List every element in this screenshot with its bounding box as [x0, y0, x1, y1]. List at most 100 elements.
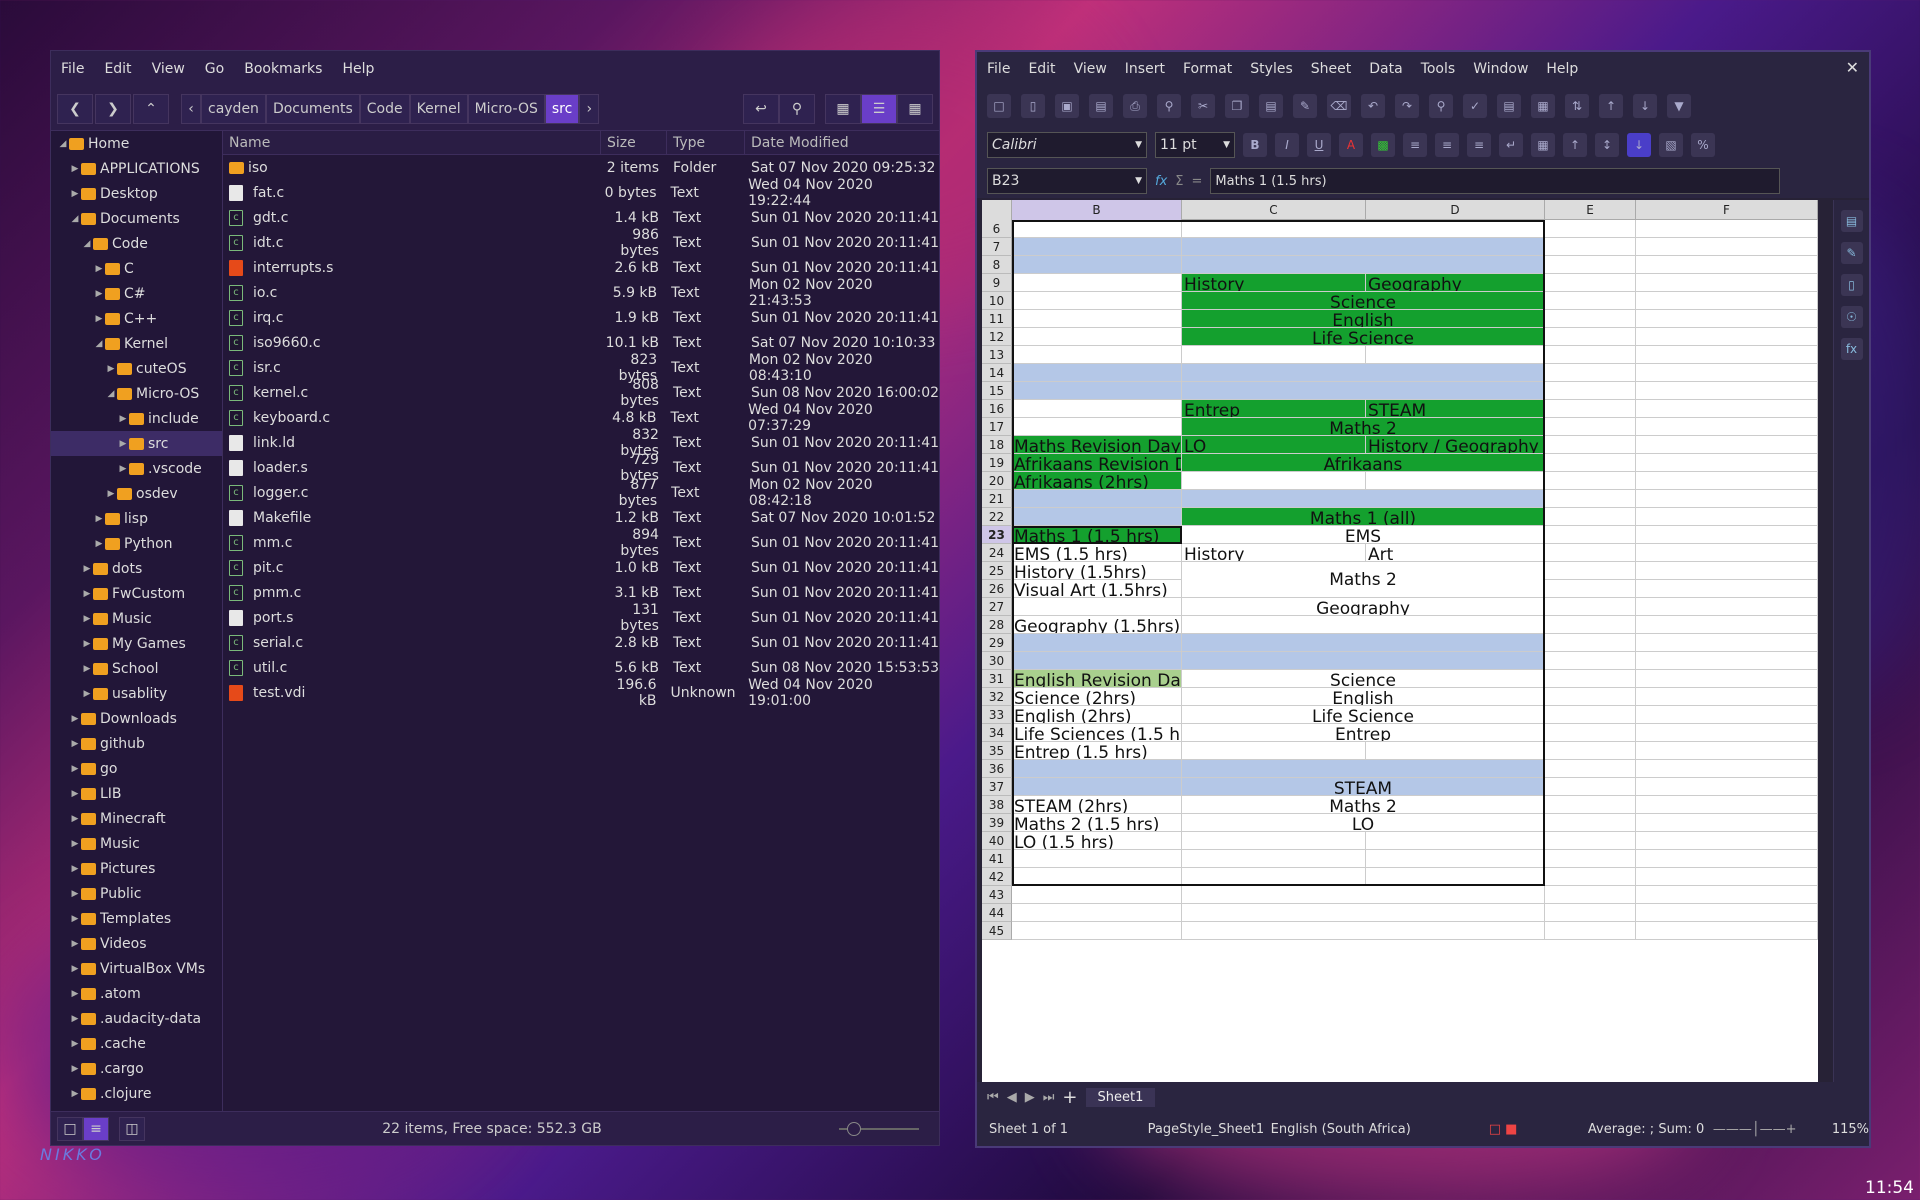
cell-b18[interactable]: Maths Revision Day [1012, 436, 1182, 454]
row-header[interactable]: 25 [982, 562, 1012, 580]
sidebar-item-home[interactable]: ◢ Home [51, 131, 222, 156]
sidebar-item-usablity[interactable]: ▶ usablity [51, 681, 222, 706]
cell-f42[interactable] [1636, 868, 1818, 886]
formula-input[interactable]: Maths 1 (1.5 hrs) [1210, 168, 1781, 194]
language[interactable]: English (South Africa) [1271, 1122, 1489, 1137]
cell-b27[interactable] [1012, 598, 1182, 616]
cell-b8[interactable] [1012, 256, 1182, 274]
cell-c23-merged[interactable]: EMS [1182, 526, 1545, 544]
expand-icon[interactable]: ▶ [69, 1014, 81, 1024]
print-preview-icon[interactable]: ⚲ [1157, 94, 1181, 118]
cell-b43[interactable] [1012, 886, 1182, 904]
calc-menu-data[interactable]: Data [1369, 61, 1402, 77]
sidebar-item-public[interactable]: ▶ Public [51, 881, 222, 906]
cell-b20[interactable]: Afrikaans (2hrs) [1012, 472, 1182, 490]
cell-b13[interactable] [1012, 346, 1182, 364]
cell-f36[interactable] [1636, 760, 1818, 778]
cell-c12-merged[interactable]: Life Science [1182, 328, 1545, 346]
cell-cd30[interactable] [1182, 652, 1545, 670]
cell-c9[interactable]: History [1182, 274, 1366, 292]
cell-e43[interactable] [1545, 886, 1636, 904]
expand-icon[interactable]: ▶ [69, 1089, 81, 1099]
sidebar-item--audacity-data[interactable]: ▶ .audacity-data [51, 1006, 222, 1031]
row-header[interactable]: 13 [982, 346, 1012, 364]
row-header[interactable]: 33 [982, 706, 1012, 724]
row-header[interactable]: 39 [982, 814, 1012, 832]
cell-b44[interactable] [1012, 904, 1182, 922]
cell-f33[interactable] [1636, 706, 1818, 724]
clear-format-icon[interactable]: ⌫ [1327, 94, 1351, 118]
icon-view-icon[interactable]: ▦ [825, 93, 861, 124]
cell-f34[interactable] [1636, 724, 1818, 742]
print-icon[interactable]: ⎙ [1123, 94, 1147, 118]
row-header[interactable]: 31 [982, 670, 1012, 688]
cell-f29[interactable] [1636, 634, 1818, 652]
location-toggle-icon[interactable]: ↩ [743, 93, 779, 124]
cell-f25[interactable] [1636, 562, 1818, 580]
calc-menu-file[interactable]: File [987, 61, 1010, 77]
expand-icon[interactable]: ▶ [69, 914, 81, 924]
cell-e42[interactable] [1545, 868, 1636, 886]
row-header[interactable]: 11 [982, 310, 1012, 328]
cell-cd44[interactable] [1182, 904, 1545, 922]
cell-e26[interactable] [1545, 580, 1636, 598]
file-row[interactable]: c gdt.c 1.4 kB Text Sun 01 Nov 2020 20:11:41 [223, 205, 939, 230]
cell-b33[interactable]: English (2hrs) [1012, 706, 1182, 724]
expand-icon[interactable]: ▶ [69, 989, 81, 999]
cell-f13[interactable] [1636, 346, 1818, 364]
row-header[interactable]: 22 [982, 508, 1012, 526]
cell-c32-merged[interactable]: English [1182, 688, 1545, 706]
cell-b39[interactable]: Maths 2 (1.5 hrs) [1012, 814, 1182, 832]
cell-f19[interactable] [1636, 454, 1818, 472]
cell-cd7[interactable] [1182, 238, 1545, 256]
forward-icon[interactable]: ❯ [95, 93, 131, 124]
sidebar-toggle-icon[interactable]: ◫ [119, 1116, 145, 1141]
cell-b15[interactable] [1012, 382, 1182, 400]
cell-e13[interactable] [1545, 346, 1636, 364]
file-row[interactable]: link.ld 832 bytes Text Sun 01 Nov 2020 20:1… [223, 427, 939, 459]
sort-asc-icon[interactable]: ↑ [1599, 94, 1623, 118]
calc-menu-window[interactable]: Window [1473, 61, 1528, 77]
expand-icon[interactable]: ▶ [69, 189, 81, 199]
expanded-icon[interactable]: ◢ [69, 214, 81, 224]
sidebar-item-minecraft[interactable]: ▶ Minecraft [51, 806, 222, 831]
row-header[interactable]: 20 [982, 472, 1012, 490]
sidebar-item-include[interactable]: ▶ include [51, 406, 222, 431]
next-sheet-icon[interactable]: ▶ [1025, 1090, 1035, 1105]
cell-c38-merged[interactable]: Maths 2 [1182, 796, 1545, 814]
row-header[interactable]: 9 [982, 274, 1012, 292]
cell-f18[interactable] [1636, 436, 1818, 454]
cell-e38[interactable] [1545, 796, 1636, 814]
cell-cd28[interactable] [1182, 616, 1545, 634]
expand-icon[interactable]: ▶ [93, 264, 105, 274]
file-row[interactable]: c idt.c 986 bytes Text Sun 01 Nov 2020 20:11… [223, 227, 939, 259]
underline-icon[interactable]: U [1307, 133, 1331, 157]
row-header[interactable]: 35 [982, 742, 1012, 760]
cell-f38[interactable] [1636, 796, 1818, 814]
expand-icon[interactable]: ▶ [69, 939, 81, 949]
calc-menu-sheet[interactable]: Sheet [1311, 61, 1351, 77]
expanded-icon[interactable]: ◢ [57, 139, 69, 149]
expand-icon[interactable]: ▶ [81, 664, 93, 674]
cell-b32[interactable]: Science (2hrs) [1012, 688, 1182, 706]
cell-f32[interactable] [1636, 688, 1818, 706]
expand-icon[interactable]: ▶ [117, 414, 129, 424]
cell-b40[interactable]: LO (1.5 hrs) [1012, 832, 1182, 850]
cell-b29[interactable] [1012, 634, 1182, 652]
cell-b25[interactable]: History (1.5hrs) [1012, 562, 1182, 580]
cell-e19[interactable] [1545, 454, 1636, 472]
row-header[interactable]: 26 [982, 580, 1012, 598]
expand-icon[interactable]: ▶ [69, 1064, 81, 1074]
file-row[interactable]: c pmm.c 3.1 kB Text Sun 01 Nov 2020 20:11:41 [223, 580, 939, 605]
first-sheet-icon[interactable]: ⏮ [987, 1090, 999, 1105]
cell-e14[interactable] [1545, 364, 1636, 382]
align-center-icon[interactable]: ≡ [1435, 133, 1459, 157]
cell-c20[interactable] [1182, 472, 1366, 490]
col-size[interactable]: Size [601, 130, 667, 155]
spelling-icon[interactable]: ✓ [1463, 94, 1487, 118]
cell-b38[interactable]: STEAM (2hrs) [1012, 796, 1182, 814]
expand-icon[interactable]: ▶ [81, 689, 93, 699]
cell-c41[interactable] [1182, 850, 1366, 868]
fm-menu-bookmarks[interactable]: Bookmarks [244, 61, 322, 77]
undo-icon[interactable]: ↶ [1361, 94, 1385, 118]
